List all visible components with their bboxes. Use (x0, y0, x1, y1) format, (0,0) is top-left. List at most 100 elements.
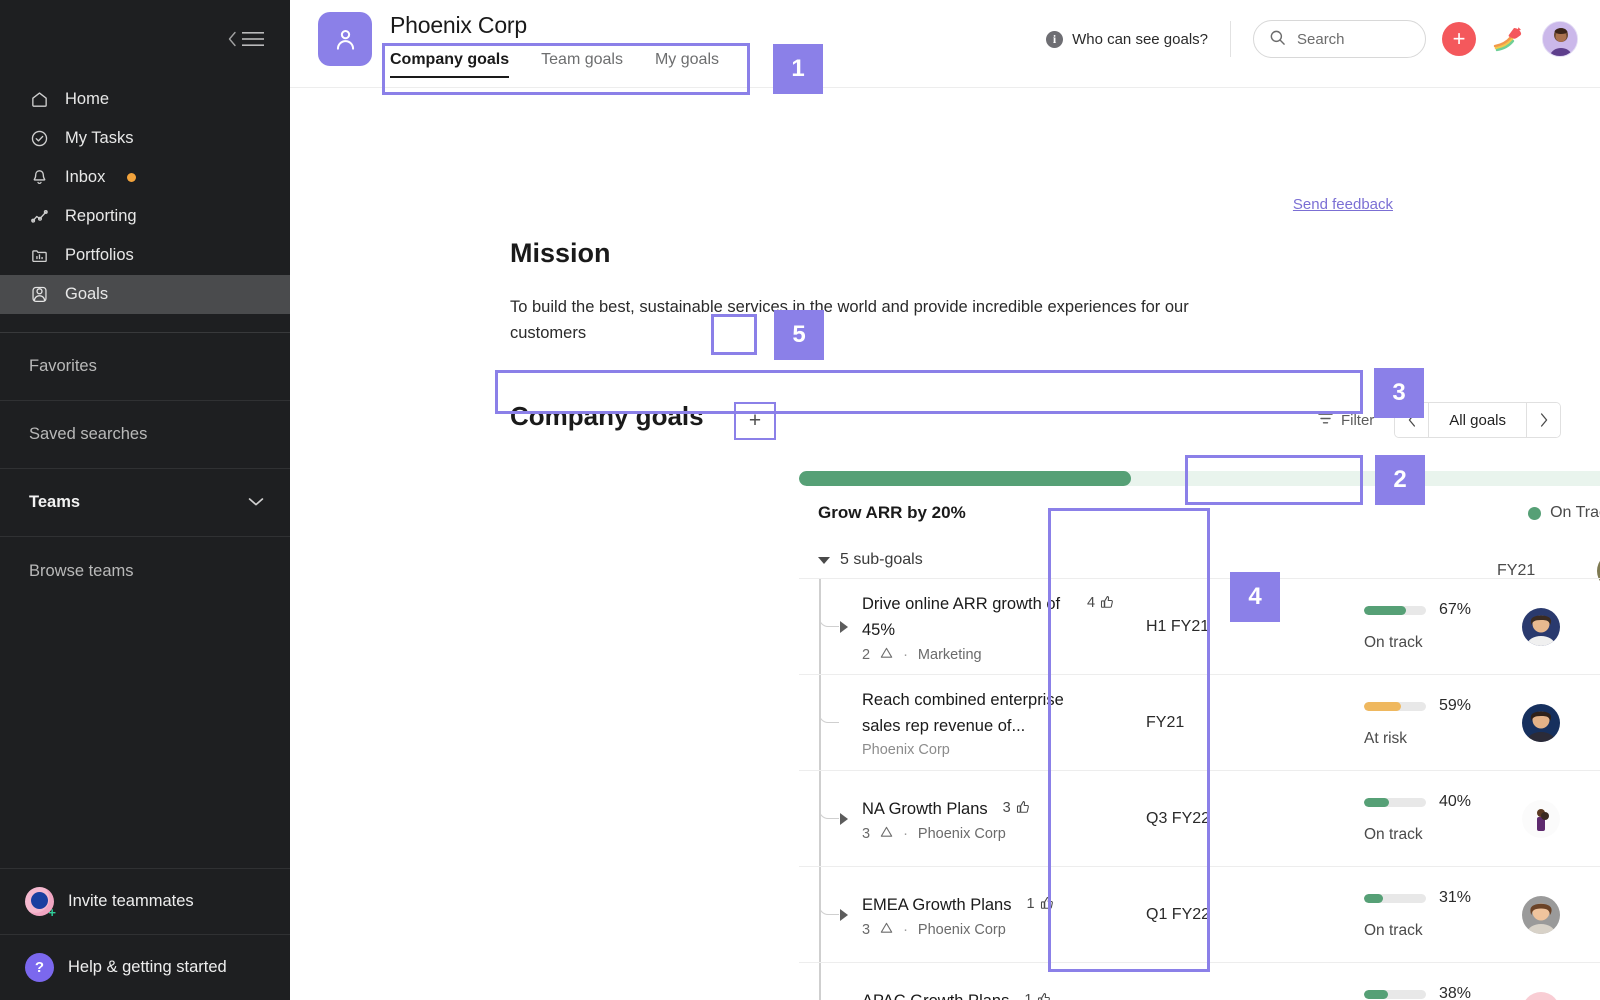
home-icon (28, 89, 50, 111)
avatar[interactable] (1522, 703, 1560, 742)
tree-elbow (819, 867, 839, 915)
asana-mascot-icon[interactable] (1492, 24, 1528, 54)
sidebar-item-portfolios[interactable]: Portfolios (0, 236, 290, 275)
avatar[interactable] (1522, 895, 1560, 934)
expand-arrow-icon[interactable] (840, 620, 848, 633)
info-icon: i (1046, 30, 1064, 48)
avatar[interactable] (1522, 799, 1560, 838)
sidebar-item-label: Inbox (65, 168, 106, 186)
sidebar-item-browse-teams[interactable]: Browse teams (0, 537, 290, 605)
sidebar-item-home[interactable]: Home (0, 80, 290, 119)
top-bar-right: i Who can see goals? Search + (1046, 20, 1578, 58)
sidebar-bottom-label: Help & getting started (68, 958, 227, 976)
sidebar-item-goals[interactable]: Goals (0, 275, 290, 314)
like-count-value: 1 (1024, 991, 1033, 1000)
subgoal-status: At risk (1364, 730, 1408, 747)
bell-icon (28, 167, 50, 189)
sidebar-item-teams[interactable]: Teams (0, 469, 290, 537)
avatar[interactable] (1522, 607, 1560, 646)
page-title: Phoenix Corp (390, 12, 527, 38)
goal-progress-bar (799, 459, 1600, 495)
main-area: Phoenix Corp Company goals Team goals My… (290, 0, 1600, 1000)
goal-tabs: Company goals Team goals My goals (390, 51, 719, 78)
thumbs-up-icon (1016, 800, 1030, 816)
table-row[interactable]: EMEA Growth Plans 1 3 · Phoenix Corp Q1 FY22 3… (799, 866, 1600, 963)
sidebar-item-reporting[interactable]: Reporting (0, 197, 290, 236)
annotation-badge-5: 5 (774, 310, 824, 360)
help-question-icon: ? (25, 953, 54, 982)
sidebar-item-label: Goals (65, 285, 109, 303)
subgoal-period: Q1 FY22 (1146, 905, 1211, 923)
pager-label[interactable]: All goals (1428, 403, 1527, 437)
subgoal-title[interactable]: Reach combined enterprise sales rep reve… (862, 687, 1072, 739)
table-row[interactable]: Reach combined enterprise sales rep reve… (799, 674, 1600, 771)
thumbs-up-icon (1100, 595, 1114, 611)
filter-button[interactable]: Filter (1318, 412, 1374, 429)
sidebar-section-label: Saved searches (29, 425, 148, 443)
sidebar-item-my-tasks[interactable]: My Tasks (0, 119, 290, 158)
user-avatar[interactable] (1542, 21, 1578, 57)
tab-company-goals[interactable]: Company goals (390, 51, 510, 78)
sidebar-section-label: Favorites (29, 357, 97, 375)
add-goal-button[interactable]: + (734, 402, 776, 440)
subgoal-meta: 3 · Phoenix Corp (862, 826, 1146, 842)
company-goals-title: Company goals (510, 401, 704, 431)
tab-team-goals[interactable]: Team goals (541, 51, 623, 78)
expand-arrow-icon[interactable] (840, 908, 848, 921)
subtask-count-value: 2 (862, 646, 871, 663)
check-circle-icon (28, 128, 50, 150)
sidebar-item-invite-teammates[interactable]: Invite teammates (0, 868, 290, 934)
sidebar-item-help[interactable]: ? Help & getting started (0, 934, 290, 1000)
goal-summary-row[interactable]: Grow ARR by 20% On Track (799, 495, 1600, 529)
chevron-down-icon[interactable] (248, 493, 264, 512)
like-count-value: 4 (1087, 594, 1096, 611)
subgoal-progress-fill (1364, 701, 1401, 711)
table-row[interactable]: Drive online ARR growth of 45% 4 2 · Marketi… (799, 578, 1600, 675)
workspace-logo-icon[interactable] (318, 12, 372, 66)
subgoal-progress-fill (1364, 605, 1406, 615)
toolbar-divider (1230, 21, 1231, 57)
sidebar-item-inbox[interactable]: Inbox (0, 158, 290, 197)
goals-toolbar: Filter All goals (1318, 402, 1561, 438)
table-row[interactable]: APAC Growth Plans13·Phoenix CorpQ2 FY223… (799, 962, 1600, 1000)
collapse-menu-icon[interactable] (228, 31, 264, 47)
send-feedback-link[interactable]: Send feedback (1293, 196, 1393, 213)
add-button[interactable]: + (1442, 22, 1476, 56)
table-row[interactable]: NA Growth Plans 3 3 · Phoenix Corp Q3 FY22 40%… (799, 770, 1600, 867)
subgoal-progress-cell: 38%On track (1336, 985, 1499, 1000)
annotation-badge-2: 2 (1375, 455, 1425, 505)
subgoal-title[interactable]: NA Growth Plans (862, 796, 988, 822)
expand-arrow-icon[interactable] (840, 812, 848, 825)
goal-name: Grow ARR by 20% (818, 503, 966, 522)
annotation-badge-1: 1 (773, 44, 823, 94)
like-count[interactable]: 1 (1024, 988, 1051, 1000)
search-placeholder: Search (1297, 30, 1345, 48)
subgoal-progress-track (1364, 701, 1426, 711)
tree-connector (799, 771, 855, 866)
annotation-badge-3: 3 (1374, 368, 1424, 418)
subgoal-progress-cell: 59% At risk (1336, 697, 1499, 748)
subgoal-title[interactable]: EMEA Growth Plans (862, 892, 1011, 918)
sidebar: Home My Tasks Inbox Reporting Portfolios… (0, 0, 290, 1000)
subgoal-progress-track (1364, 605, 1426, 615)
avatar[interactable] (1522, 991, 1560, 1000)
chart-line-icon (28, 206, 50, 228)
who-can-see-goals-link[interactable]: i Who can see goals? (1046, 30, 1230, 48)
like-count[interactable]: 3 (1003, 796, 1030, 816)
goal-progress-fill (799, 471, 1131, 486)
subgoal-title[interactable]: APAC Growth Plans (862, 988, 1009, 1000)
subgoal-period: Q3 FY22 (1146, 809, 1211, 827)
tab-my-goals[interactable]: My goals (655, 51, 719, 78)
like-count[interactable]: 4 (1087, 591, 1114, 611)
subgoal-name-cell: Drive online ARR growth of 45% 4 2 · Marketi… (855, 591, 1146, 663)
sidebar-item-saved-searches[interactable]: Saved searches (0, 401, 290, 469)
search-input[interactable]: Search (1253, 20, 1426, 58)
pager-next-icon[interactable] (1527, 403, 1560, 437)
like-count[interactable]: 1 (1026, 892, 1053, 912)
filter-icon (1318, 412, 1333, 429)
subgoal-title[interactable]: Drive online ARR growth of 45% (862, 591, 1072, 643)
subgoal-team: Marketing (917, 646, 982, 663)
sidebar-item-favorites[interactable]: Favorites (0, 333, 290, 401)
subgoal-owner-team: Phoenix Corp (862, 742, 950, 758)
subgoal-progress-cell: 40% On track (1336, 793, 1499, 844)
